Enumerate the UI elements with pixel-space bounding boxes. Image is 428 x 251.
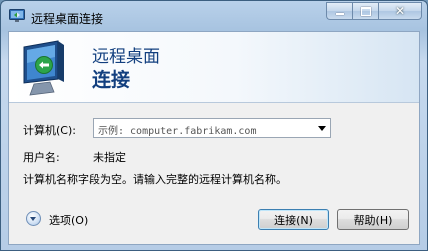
connect-button[interactable]: 连接(N)	[258, 209, 329, 230]
computer-label: 计算机(C):	[23, 124, 76, 137]
computer-combobox-placeholder: 示例: computer.fabrikam.com	[98, 126, 257, 137]
close-icon: ✕	[394, 4, 406, 18]
username-value: 未指定	[93, 151, 126, 164]
minimize-icon	[336, 13, 344, 15]
dialog-client-area: 远程桌面 连接 计算机(C): 示例: computer.fabrikam.co…	[8, 31, 420, 245]
remote-desktop-window: 远程桌面连接 ✕ 远程桌面 连接 计算机(C): 示例: computer.fa…	[0, 0, 428, 251]
remote-desktop-icon	[9, 9, 25, 22]
remote-desktop-monitor-icon	[23, 40, 64, 96]
title-bar[interactable]: 远程桌面连接 ✕	[1, 1, 427, 31]
chevron-down-icon[interactable]	[318, 126, 326, 131]
caption-buttons: ✕	[326, 2, 422, 21]
header-banner: 远程桌面 连接	[9, 32, 419, 103]
maximize-button[interactable]	[352, 2, 378, 20]
computer-combobox[interactable]: 示例: computer.fabrikam.com	[93, 118, 331, 138]
username-label: 用户名:	[23, 151, 60, 164]
minimize-button[interactable]	[326, 2, 352, 20]
status-message: 计算机名称字段为空。请输入完整的远程计算机名称。	[23, 173, 287, 186]
banner-title-line2: 连接	[92, 69, 131, 91]
help-button[interactable]: 帮助(H)	[337, 209, 409, 230]
close-button[interactable]: ✕	[378, 2, 422, 20]
expand-options-icon[interactable]	[26, 211, 41, 226]
window-title: 远程桌面连接	[31, 12, 104, 26]
dialog-body: 计算机(C): 示例: computer.fabrikam.com 用户名: 未…	[9, 103, 419, 244]
options-label[interactable]: 选项(O)	[49, 212, 88, 228]
maximize-icon	[361, 7, 371, 16]
banner-title-line1: 远程桌面	[92, 47, 160, 67]
